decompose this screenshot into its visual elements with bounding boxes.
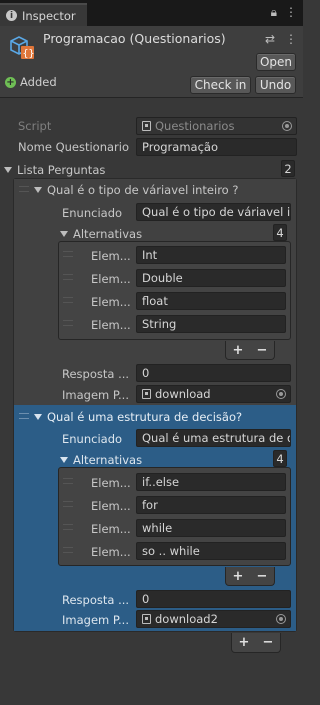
foldout-arrow-icon [34, 413, 42, 421]
drag-handle-icon[interactable] [63, 297, 73, 303]
lista-label: Lista Perguntas [17, 163, 106, 177]
add-element-button[interactable]: + [233, 343, 244, 358]
alternativas-count[interactable]: 4 [273, 450, 287, 467]
alternative-field[interactable]: for [136, 496, 286, 514]
alternativas-label: Alternativas [73, 227, 143, 241]
svg-text:{}: {} [23, 49, 35, 60]
enunciado-field[interactable]: Qual é uma estrutura de decisão? [136, 429, 291, 447]
drag-handle-icon[interactable] [63, 274, 73, 280]
object-picker-icon [282, 121, 292, 131]
drag-handle-icon[interactable] [63, 524, 73, 530]
element-label: Elem... [91, 272, 131, 286]
add-element-button[interactable]: + [233, 569, 244, 584]
element-label: Elem... [91, 522, 131, 536]
lista-add-remove: + − [231, 633, 281, 653]
add-question-button[interactable]: + [239, 635, 250, 650]
script-icon [142, 121, 151, 131]
element-label: Elem... [91, 318, 131, 332]
more-icon[interactable]: ⋮ [285, 32, 297, 46]
alternative-field[interactable]: String [136, 315, 286, 333]
element-label: Elem... [91, 499, 131, 513]
imagem-value: download2 [155, 612, 218, 626]
header-icons: ⇄ ⋮ [265, 32, 297, 46]
alternatives-add-remove: + − [225, 341, 275, 360]
script-label: Script [18, 119, 52, 133]
foldout-arrow-icon [60, 456, 68, 464]
sprite-icon [142, 614, 151, 624]
resposta-field[interactable]: 0 [136, 364, 291, 382]
drag-handle-icon[interactable] [63, 478, 73, 484]
alternative-field[interactable]: float [136, 292, 286, 310]
element-label: Elem... [91, 249, 131, 263]
object-picker-icon[interactable] [276, 389, 286, 399]
lista-foldout[interactable]: Lista Perguntas [4, 163, 105, 177]
imagem-label: Imagem P... [62, 613, 129, 627]
lock-icon[interactable]: 🔒︎ [271, 5, 277, 20]
alternative-field[interactable]: Double [136, 269, 286, 287]
resposta-field[interactable]: 0 [136, 590, 291, 608]
resposta-label: Resposta ... [62, 593, 130, 607]
status-label: Added [20, 75, 57, 89]
lista-count[interactable]: 2 [281, 160, 295, 177]
imagem-field[interactable]: download [136, 385, 291, 403]
element-label: Elem... [91, 295, 131, 309]
drag-handle-icon[interactable] [63, 320, 73, 326]
remove-element-button[interactable]: − [257, 343, 268, 358]
remove-element-button[interactable]: − [257, 569, 268, 584]
foldout-arrow-icon [4, 166, 12, 174]
kebab-menu-icon[interactable]: ⋮ [285, 5, 297, 20]
added-plus-icon: + [5, 76, 16, 88]
alternative-field[interactable]: while [136, 519, 286, 537]
question-1-foldout[interactable]: Qual é o tipo de váriavel inteiro ? [34, 183, 238, 197]
tab-bar: i Inspector 🔒︎ ⋮ [0, 0, 303, 26]
alternative-field[interactable]: Int [136, 246, 286, 264]
sprite-icon [142, 389, 151, 399]
info-icon: i [6, 10, 17, 21]
object-title: Programacao (Questionarios) [43, 31, 226, 46]
tab-label: Inspector [22, 8, 76, 23]
question-1-title: Qual é o tipo de váriavel inteiro ? [47, 183, 239, 197]
scriptable-object-icon: {} [7, 33, 35, 61]
enunciado-field[interactable]: Qual é o tipo de váriavel inteiro ? [136, 203, 291, 221]
alternative-field[interactable]: so .. while [136, 542, 286, 560]
question-2-title: Qual é uma estrutura de decisão? [47, 410, 243, 424]
imagem-field[interactable]: download2 [136, 610, 291, 628]
tab-inspector[interactable]: i Inspector [0, 3, 87, 26]
script-value: Questionarios [155, 119, 235, 133]
foldout-arrow-icon [34, 186, 42, 194]
alternatives-add-remove: + − [225, 567, 275, 586]
drag-handle-icon[interactable] [19, 413, 29, 419]
foldout-arrow-icon [60, 230, 68, 238]
open-button[interactable]: Open [256, 53, 296, 71]
drag-handle-icon[interactable] [19, 186, 29, 192]
object-picker-icon[interactable] [276, 614, 286, 624]
alternativas-foldout[interactable]: Alternativas [60, 453, 142, 467]
element-label: Elem... [91, 476, 131, 490]
preset-icon[interactable]: ⇄ [265, 32, 275, 46]
nome-label: Nome Questionario [18, 140, 130, 154]
drag-handle-icon[interactable] [63, 501, 73, 507]
check-in-button[interactable]: Check in [190, 76, 251, 94]
script-field: Questionarios [136, 117, 297, 135]
element-label: Elem... [91, 545, 131, 559]
alternativas-count[interactable]: 4 [273, 224, 287, 241]
imagem-value: download [155, 387, 211, 401]
imagem-label: Imagem P... [62, 388, 129, 402]
alternativas-foldout[interactable]: Alternativas [60, 227, 142, 241]
enunciado-label: Enunciado [62, 432, 123, 446]
enunciado-label: Enunciado [62, 206, 123, 220]
question-2-foldout[interactable]: Qual é uma estrutura de decisão? [34, 410, 242, 424]
resposta-label: Resposta ... [62, 367, 130, 381]
undo-button[interactable]: Undo [255, 76, 296, 94]
nome-field[interactable]: Programação [136, 138, 297, 156]
alternativas-label: Alternativas [73, 453, 143, 467]
remove-question-button[interactable]: − [263, 635, 274, 650]
drag-handle-icon[interactable] [63, 547, 73, 553]
drag-handle-icon[interactable] [63, 251, 73, 257]
alternative-field[interactable]: if..else [136, 473, 286, 491]
tab-controls: 🔒︎ ⋮ [271, 5, 297, 20]
